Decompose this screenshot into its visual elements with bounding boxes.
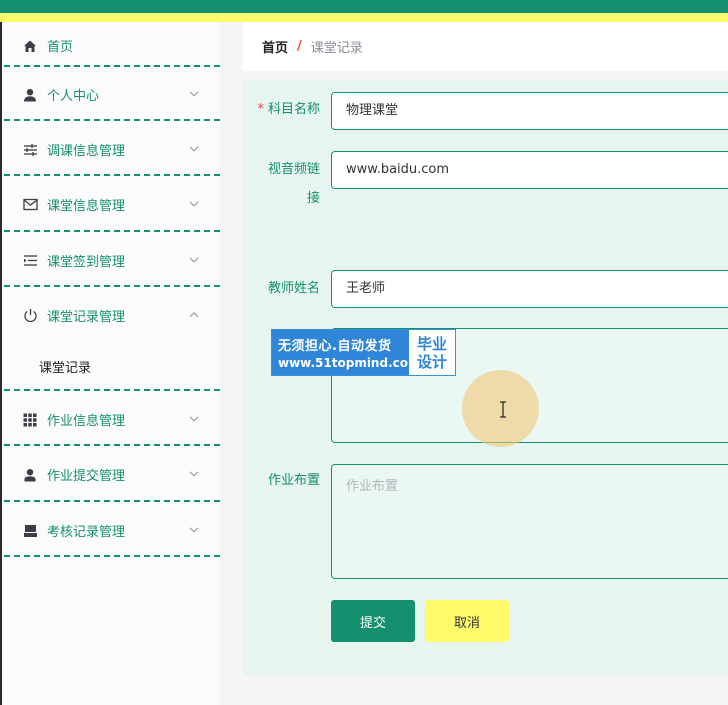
watermark-line1: 无须担心.自动发货 xyxy=(278,339,392,354)
watermark-badge: 无须担心.自动发货 www.51topmind.com 毕业 设计 xyxy=(271,329,456,376)
breadcrumb-separator: / xyxy=(297,39,302,54)
video-link-input[interactable]: www.baidu.com xyxy=(331,151,728,189)
top-header-accent xyxy=(0,0,728,13)
user-icon xyxy=(22,467,38,483)
homework-label: 作业布置 xyxy=(267,473,320,488)
required-mark: * xyxy=(257,102,264,117)
cancel-button[interactable]: 取消 xyxy=(425,600,509,642)
sliders-icon xyxy=(22,142,38,158)
sidebar-item-class-records[interactable]: 课堂记录管理 xyxy=(2,288,220,343)
subject-label: * 科目名称 xyxy=(257,102,320,117)
sidebar-divider xyxy=(4,119,220,121)
sidebar-item-label: 作业提交管理 xyxy=(47,469,126,484)
watermark-text-block: 无须担心.自动发货 www.51topmind.com xyxy=(272,330,421,375)
sidebar-item-label: 考核记录管理 xyxy=(47,525,126,540)
sidebar-item-label: 课堂信息管理 xyxy=(47,199,126,214)
sidebar-divider xyxy=(4,500,220,502)
submenu-item-label: 课堂记录 xyxy=(39,360,92,376)
sidebar-divider xyxy=(4,444,220,446)
chevron-down-icon xyxy=(189,200,199,207)
sidebar-divider xyxy=(4,285,220,287)
subject-input[interactable]: 物理课堂 xyxy=(331,92,728,130)
submenu-item-class-record[interactable]: 课堂记录 xyxy=(2,341,220,391)
home-icon xyxy=(22,38,38,54)
sidebar-item-homework-submit[interactable]: 作业提交管理 xyxy=(2,447,220,502)
sidebar-item-label: 首页 xyxy=(47,40,74,55)
breadcrumb-home[interactable]: 首页 xyxy=(262,37,288,56)
sidebar: 首页 个人中心 调课信息管理 课堂信息管理 课堂签到管理 课堂记录管理 课堂记录… xyxy=(2,22,220,705)
sidebar-item-personal-center[interactable]: 个人中心 xyxy=(2,67,220,122)
mail-icon xyxy=(22,197,38,213)
sidebar-item-homework-info[interactable]: 作业信息管理 xyxy=(2,392,220,447)
homework-textarea[interactable]: 作业布置 xyxy=(331,464,728,579)
sidebar-divider xyxy=(4,174,220,176)
chevron-down-icon xyxy=(189,526,199,533)
sidebar-item-label: 个人中心 xyxy=(47,89,100,104)
sidebar-item-attendance[interactable]: 课堂签到管理 xyxy=(2,233,220,288)
sidebar-item-label: 课堂签到管理 xyxy=(47,255,126,270)
chevron-down-icon xyxy=(189,256,199,263)
tray-icon xyxy=(22,523,38,539)
homework-placeholder: 作业布置 xyxy=(346,479,399,494)
grid-icon xyxy=(22,412,38,428)
sidebar-divider xyxy=(4,555,220,557)
sidebar-item-schedule-change[interactable]: 调课信息管理 xyxy=(2,122,220,177)
watermark-line2: www.51topmind.com xyxy=(278,356,421,370)
teacher-label: 教师姓名 xyxy=(267,281,320,296)
breadcrumb-current: 课堂记录 xyxy=(310,41,363,56)
sidebar-item-class-info[interactable]: 课堂信息管理 xyxy=(2,177,220,232)
chevron-down-icon xyxy=(189,145,199,152)
sidebar-item-label: 作业信息管理 xyxy=(47,414,126,429)
list-icon xyxy=(22,253,38,269)
breadcrumb: 首页 / 课堂记录 xyxy=(243,22,728,71)
submit-button[interactable]: 提交 xyxy=(331,600,415,642)
watermark-badge-label: 毕业 设计 xyxy=(416,334,447,371)
video-link-label: 视音频链 接 xyxy=(267,162,320,206)
user-icon xyxy=(22,87,38,103)
sidebar-divider xyxy=(4,230,220,232)
text-cursor-icon xyxy=(500,401,506,418)
chevron-up-icon xyxy=(189,311,199,317)
teacher-input[interactable]: 王老师 xyxy=(331,270,728,308)
chevron-down-icon xyxy=(189,470,199,477)
sidebar-item-label: 课堂记录管理 xyxy=(47,310,126,325)
power-icon xyxy=(22,308,38,324)
chevron-down-icon xyxy=(189,90,199,97)
sidebar-divider xyxy=(4,389,220,391)
sidebar-item-label: 调课信息管理 xyxy=(47,144,126,159)
chevron-down-icon xyxy=(189,415,199,422)
sidebar-item-assessment[interactable]: 考核记录管理 xyxy=(2,503,220,558)
